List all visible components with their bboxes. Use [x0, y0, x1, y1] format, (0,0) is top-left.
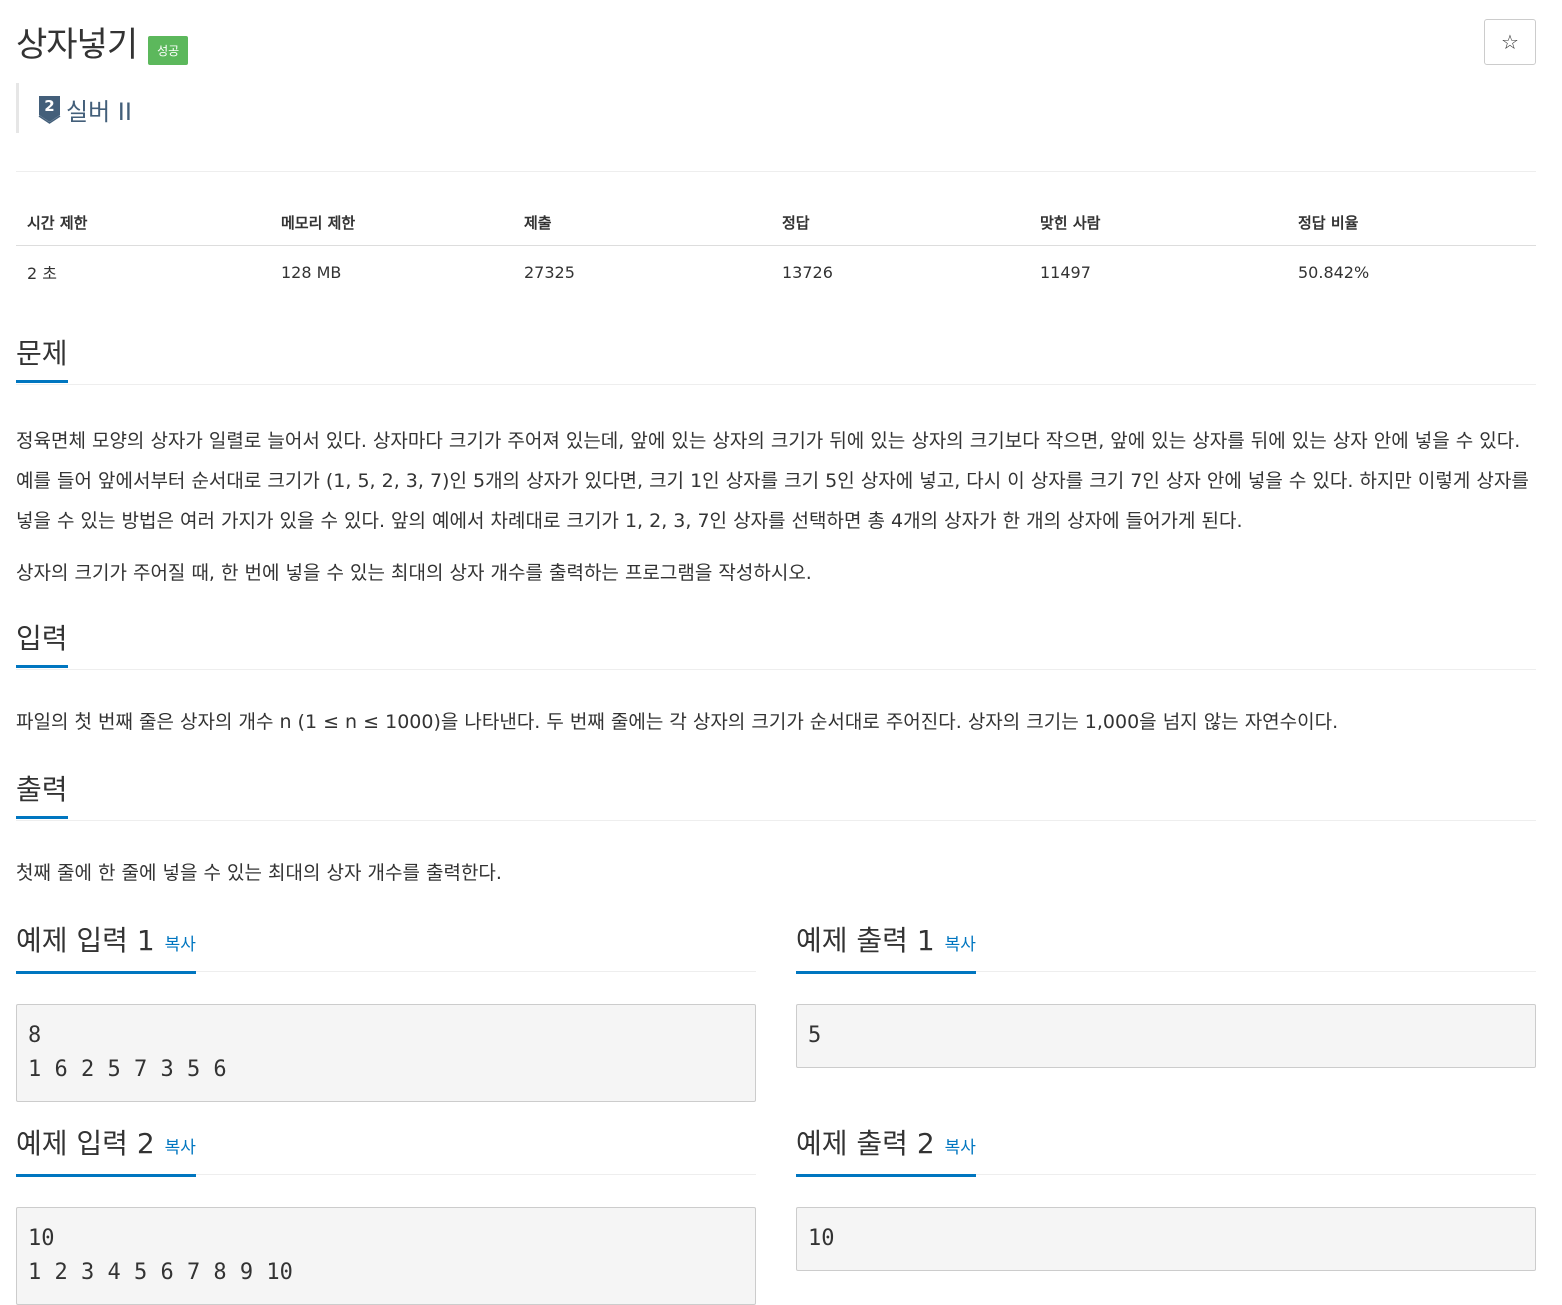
sample-output-2-title: 예제 출력 2	[796, 1127, 935, 1160]
silver-tier-icon: 2	[38, 96, 61, 124]
stats-value-row: 2 초 128 MB 27325 13726 11497 50.842%	[16, 246, 1536, 297]
input-header: 입력	[16, 621, 1536, 670]
output-section: 출력 첫째 줄에 한 줄에 넣을 수 있는 최대의 상자 개수를 출력한다.	[16, 772, 1536, 893]
input-text: 파일의 첫 번째 줄은 상자의 개수 n (1 ≤ n ≤ 1000)을 나타낸…	[16, 711, 1339, 733]
stats-header-accept-ratio: 정답 비율	[1287, 200, 1536, 246]
sample-output-2-header: 예제 출력 2 복사	[796, 1126, 1536, 1177]
stats-submissions: 27325	[524, 262, 575, 282]
sample-output-1-title: 예제 출력 1	[796, 924, 935, 957]
tier-label[interactable]: 실버 II	[66, 92, 132, 127]
stats-accepted: 13726	[782, 262, 833, 282]
output-title: 출력	[16, 772, 68, 819]
input-title: 입력	[16, 621, 68, 668]
sample-output-2-heading: 예제 출력 2 복사	[796, 1126, 976, 1177]
title-row: 상자넣기 성공	[16, 24, 189, 65]
problem-description-section: 문제 정육면체 모양의 상자가 일렬로 늘어서 있다. 상자마다 크기가 주어져…	[16, 336, 1536, 593]
sample-output-2-copy-button[interactable]: 복사	[945, 1130, 976, 1166]
problem-title: 상자넣기	[16, 24, 138, 65]
problem-description-body: 정육면체 모양의 상자가 일렬로 늘어서 있다. 상자마다 크기가 주어져 있는…	[16, 421, 1536, 593]
stats-header-time-limit: 시간 제한	[16, 200, 270, 246]
sample-input-1: 예제 입력 1 복사 8 1 6 2 5 7 3 5 6	[16, 923, 756, 1102]
header-divider	[16, 171, 1536, 172]
sample-input-1-heading: 예제 입력 1 복사	[16, 923, 196, 974]
problem-description-title: 문제	[16, 336, 68, 383]
sample-input-2-title: 예제 입력 2	[16, 1127, 155, 1160]
problem-stats-table: 시간 제한 메모리 제한 제출 정답 맞힌 사람 정답 비율 2 초 128 M…	[16, 200, 1536, 296]
sample-output-1-heading: 예제 출력 1 복사	[796, 923, 976, 974]
stats-memory-limit: 128 MB	[281, 262, 342, 282]
sample-input-1-title: 예제 입력 1	[16, 924, 155, 957]
result-badge: 성공	[148, 36, 189, 65]
problem-description-header: 문제	[16, 336, 1536, 385]
tier-number: 2	[44, 97, 54, 115]
input-section: 입력 파일의 첫 번째 줄은 상자의 개수 n (1 ≤ n ≤ 1000)을 …	[16, 621, 1536, 742]
stats-header-solved-users: 맞힌 사람	[1029, 200, 1287, 246]
sample-input-2-header: 예제 입력 2 복사	[16, 1126, 756, 1177]
stats-time-limit: 2 초	[27, 264, 57, 283]
output-header: 출력	[16, 772, 1536, 821]
sample-output-1-header: 예제 출력 1 복사	[796, 923, 1536, 974]
stats-header-row: 시간 제한 메모리 제한 제출 정답 맞힌 사람 정답 비율	[16, 200, 1536, 246]
sample-input-2-copy-button[interactable]: 복사	[165, 1130, 196, 1166]
sample-output-1-content[interactable]: 5	[796, 1004, 1536, 1068]
problem-paragraph-2: 상자의 크기가 주어질 때, 한 번에 넣을 수 있는 최대의 상자 개수를 출…	[16, 562, 812, 584]
input-body: 파일의 첫 번째 줄은 상자의 개수 n (1 ≤ n ≤ 1000)을 나타낸…	[16, 702, 1536, 742]
sample-input-2: 예제 입력 2 복사 10 1 2 3 4 5 6 7 8 9 10	[16, 1126, 756, 1305]
stats-header-accepted: 정답	[771, 200, 1029, 246]
output-text: 첫째 줄에 한 줄에 넣을 수 있는 최대의 상자 개수를 출력한다.	[16, 862, 502, 884]
sample-output-2: 예제 출력 2 복사 10	[796, 1126, 1536, 1271]
stats-solved-users: 11497	[1040, 262, 1091, 282]
sample-input-2-heading: 예제 입력 2 복사	[16, 1126, 196, 1177]
stats-header-submissions: 제출	[513, 200, 771, 246]
stats-header-memory-limit: 메모리 제한	[270, 200, 513, 246]
star-icon: ☆	[1501, 30, 1519, 54]
sample-input-1-header: 예제 입력 1 복사	[16, 923, 756, 974]
stats-accept-ratio: 50.842%	[1298, 262, 1370, 282]
problem-paragraph-1: 정육면체 모양의 상자가 일렬로 늘어서 있다. 상자마다 크기가 주어져 있는…	[16, 430, 1529, 532]
sample-output-2-content[interactable]: 10	[796, 1207, 1536, 1271]
star-button[interactable]: ☆	[1484, 19, 1536, 65]
sample-output-1-copy-button[interactable]: 복사	[945, 927, 976, 963]
sample-input-1-content[interactable]: 8 1 6 2 5 7 3 5 6	[16, 1004, 756, 1102]
output-body: 첫째 줄에 한 줄에 넣을 수 있는 최대의 상자 개수를 출력한다.	[16, 853, 1536, 893]
sample-input-1-copy-button[interactable]: 복사	[165, 927, 196, 963]
tier-badge[interactable]: 2 실버 II	[16, 83, 132, 133]
sample-output-1: 예제 출력 1 복사 5	[796, 923, 1536, 1068]
sample-input-2-content[interactable]: 10 1 2 3 4 5 6 7 8 9 10	[16, 1207, 756, 1305]
